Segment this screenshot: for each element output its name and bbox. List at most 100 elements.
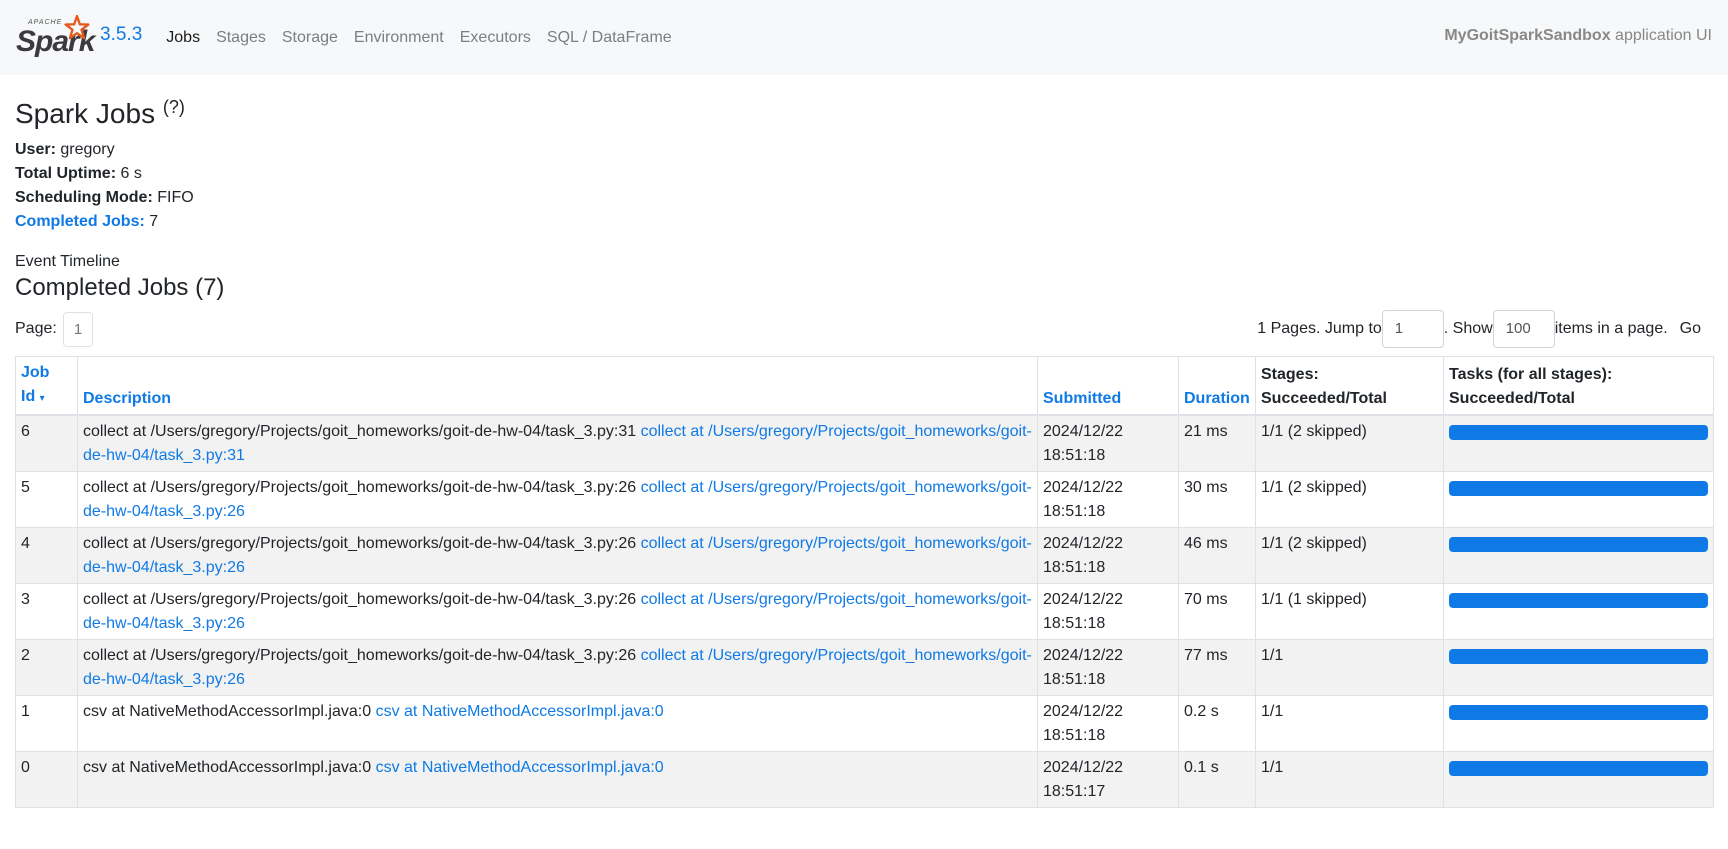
pagination: Page: 1 1 Pages. Jump to 1 . Show 100 it… — [15, 310, 1713, 348]
job-id: 5 — [15, 471, 78, 528]
job-stages: 1/1 (2 skipped) — [1255, 414, 1444, 472]
tasks-progress-bar — [1449, 593, 1708, 608]
table-row: 6 collect at /Users/gregory/Projects/goi… — [15, 414, 1714, 472]
tab-jobs[interactable]: Jobs — [166, 29, 200, 47]
job-description: collect at /Users/gregory/Projects/goit_… — [77, 414, 1038, 472]
header-submitted[interactable]: Submitted — [1037, 356, 1179, 416]
job-description-link[interactable]: csv at NativeMethodAccessorImpl.java:0 — [376, 759, 664, 776]
sort-desc-icon: ▾ — [39, 392, 45, 404]
job-submitted: 2024/12/22 18:51:18 — [1037, 695, 1179, 752]
job-description: collect at /Users/gregory/Projects/goit_… — [77, 639, 1038, 696]
header-tasks-line1: Tasks (for all stages): — [1449, 366, 1613, 383]
brand[interactable]: APACHE Spark 3.5.3 — [14, 14, 142, 59]
submitted-date: 2024/12/22 — [1043, 479, 1124, 496]
submitted-time: 18:51:18 — [1043, 670, 1106, 688]
submitted-date: 2024/12/22 — [1043, 423, 1124, 440]
help-link[interactable]: (?) — [163, 97, 185, 117]
jobs-table: Job Id ▾ Description Submitted Duration S… — [15, 356, 1714, 808]
submitted-time: 18:51:17 — [1043, 782, 1106, 800]
job-description-text: collect at /Users/gregory/Projects/goit_… — [83, 647, 637, 664]
nav-tabs: Jobs Stages Storage Environment Executor… — [166, 29, 687, 47]
items-text: items in a page. — [1554, 320, 1668, 337]
job-id: 4 — [15, 527, 78, 584]
completed-count: 7 — [149, 213, 159, 230]
header-tasks: Tasks (for all stages): Succeeded/Total — [1443, 356, 1714, 416]
submitted-date: 2024/12/22 — [1043, 703, 1124, 720]
job-duration: 0.1 s — [1178, 751, 1256, 808]
submitted-time: 18:51:18 — [1043, 446, 1106, 464]
tab-sql-dataframe[interactable]: SQL / DataFrame — [547, 29, 672, 47]
job-duration: 46 ms — [1178, 527, 1256, 584]
job-stages: 1/1 (2 skipped) — [1255, 471, 1444, 528]
job-description-text: csv at NativeMethodAccessorImpl.java:0 — [83, 703, 372, 720]
summary-uptime: Total Uptime: 6 s — [15, 162, 1713, 186]
summary-scheduling-mode: Scheduling Mode: FIFO — [15, 186, 1713, 210]
job-description: csv at NativeMethodAccessorImpl.java:0 c… — [77, 695, 1038, 752]
job-id: 6 — [15, 414, 78, 472]
job-description: collect at /Users/gregory/Projects/goit_… — [77, 527, 1038, 584]
table-row: 3 collect at /Users/gregory/Projects/goi… — [15, 583, 1714, 640]
page-1-button[interactable]: 1 — [62, 311, 94, 347]
job-duration: 70 ms — [1178, 583, 1256, 640]
tasks-progress-bar — [1449, 761, 1708, 776]
job-duration: 77 ms — [1178, 639, 1256, 696]
job-submitted: 2024/12/22 18:51:18 — [1037, 583, 1179, 640]
job-submitted: 2024/12/22 18:51:18 — [1037, 414, 1179, 472]
mode-label: Scheduling Mode: — [15, 189, 153, 206]
page-size-input[interactable]: 100 — [1492, 310, 1555, 348]
completed-jobs-heading[interactable]: Completed Jobs (7) — [15, 274, 1713, 302]
job-description: csv at NativeMethodAccessorImpl.java:0 c… — [77, 751, 1038, 808]
app-title: MyGoitSparkSandbox application UI — [1444, 27, 1712, 45]
job-description-text: collect at /Users/gregory/Projects/goit_… — [83, 535, 637, 552]
submitted-date: 2024/12/22 — [1043, 535, 1124, 552]
jump-to-input[interactable]: 1 — [1381, 310, 1444, 348]
table-row: 1 csv at NativeMethodAccessorImpl.java:0… — [15, 695, 1714, 752]
job-tasks — [1443, 695, 1714, 752]
submitted-date: 2024/12/22 — [1043, 591, 1124, 608]
tasks-progress-bar — [1449, 649, 1708, 664]
spark-star-icon — [64, 14, 90, 39]
header-stages-line1: Stages: — [1261, 366, 1319, 383]
header-tasks-line2: Succeeded/Total — [1449, 389, 1575, 407]
tab-storage[interactable]: Storage — [282, 29, 338, 47]
job-duration: 0.2 s — [1178, 695, 1256, 752]
table-row: 0 csv at NativeMethodAccessorImpl.java:0… — [15, 751, 1714, 808]
go-button[interactable]: Go — [1680, 320, 1701, 338]
job-id: 0 — [15, 751, 78, 808]
tasks-progress-bar — [1449, 705, 1708, 720]
tab-executors[interactable]: Executors — [460, 29, 531, 47]
header-description[interactable]: Description — [77, 356, 1038, 416]
uptime-label: Total Uptime: — [15, 165, 117, 182]
completed-jobs-link[interactable]: Completed Jobs: — [15, 213, 145, 230]
job-description-text: collect at /Users/gregory/Projects/goit_… — [83, 423, 637, 440]
user-label: User: — [15, 141, 56, 158]
spark-logo[interactable]: APACHE Spark — [14, 14, 95, 59]
job-id: 2 — [15, 639, 78, 696]
tab-environment[interactable]: Environment — [354, 29, 444, 47]
event-timeline-toggle[interactable]: Event Timeline — [15, 252, 1713, 272]
job-id: 1 — [15, 695, 78, 752]
job-description-link[interactable]: csv at NativeMethodAccessorImpl.java:0 — [376, 703, 664, 720]
jobs-table-body: 6 collect at /Users/gregory/Projects/goi… — [15, 414, 1714, 808]
submitted-time: 18:51:18 — [1043, 614, 1106, 632]
table-row: 4 collect at /Users/gregory/Projects/goi… — [15, 527, 1714, 584]
job-tasks — [1443, 414, 1714, 472]
table-row: 2 collect at /Users/gregory/Projects/goi… — [15, 639, 1714, 696]
job-submitted: 2024/12/22 18:51:18 — [1037, 527, 1179, 584]
submitted-time: 18:51:18 — [1043, 726, 1106, 744]
summary-completed: Completed Jobs: 7 — [15, 210, 1713, 234]
header-stages: Stages: Succeeded/Total — [1255, 356, 1444, 416]
tasks-progress-bar — [1449, 425, 1708, 440]
app-suffix: application UI — [1615, 27, 1712, 44]
tab-stages[interactable]: Stages — [216, 29, 266, 47]
header-duration[interactable]: Duration — [1178, 356, 1256, 416]
job-tasks — [1443, 527, 1714, 584]
page-label: Page: — [15, 320, 57, 337]
job-id: 3 — [15, 583, 78, 640]
uptime-value: 6 s — [120, 165, 142, 182]
user-value: gregory — [60, 141, 115, 158]
header-job-id[interactable]: Job Id ▾ — [15, 356, 78, 416]
job-tasks — [1443, 639, 1714, 696]
job-submitted: 2024/12/22 18:51:18 — [1037, 471, 1179, 528]
completed-label: Completed Jobs: — [15, 213, 145, 230]
